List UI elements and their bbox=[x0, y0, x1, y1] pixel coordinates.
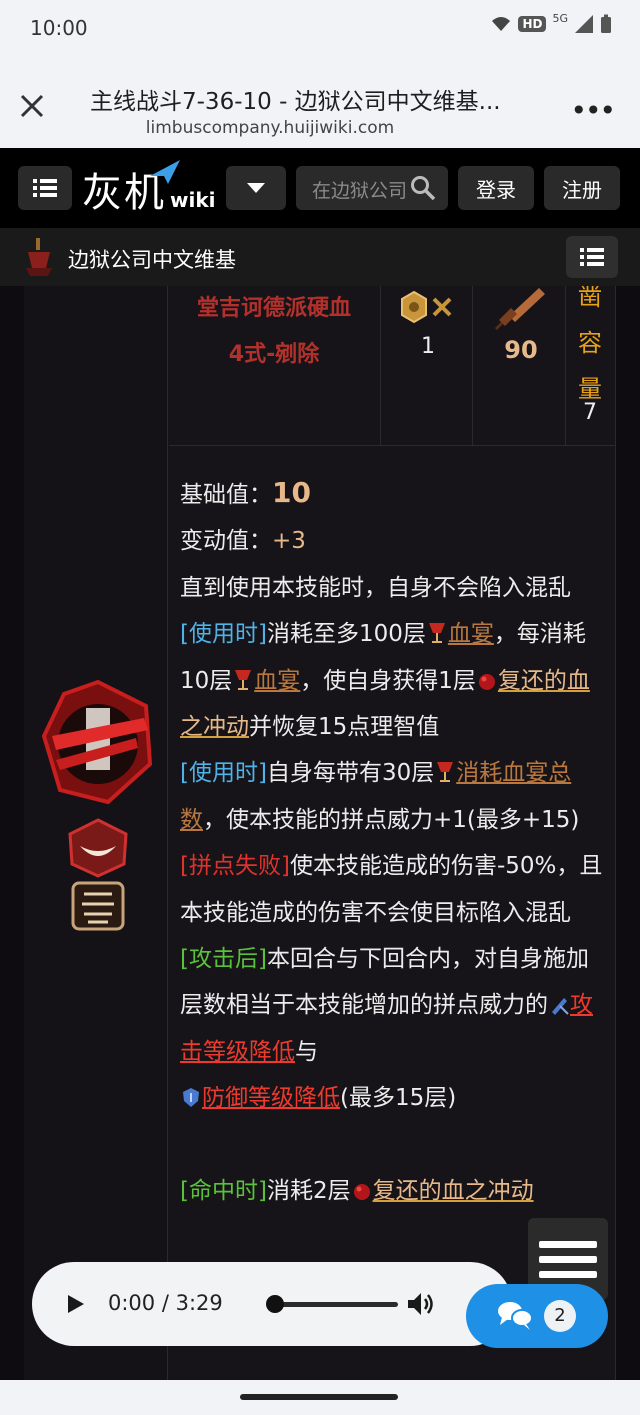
toc-button[interactable] bbox=[566, 236, 618, 278]
logo-wiki-text: wiki bbox=[170, 188, 216, 212]
main-menu-button[interactable] bbox=[18, 166, 72, 210]
register-button[interactable]: 注册 bbox=[544, 166, 620, 210]
network-label: 5G bbox=[552, 11, 568, 25]
dropdown-button[interactable] bbox=[226, 166, 286, 210]
login-button[interactable]: 登录 bbox=[458, 166, 534, 210]
desc-line: 直到使用本技能时，自身不会陷入混乱 bbox=[180, 574, 571, 601]
base-value-line: 基础值：10 bbox=[180, 476, 311, 509]
multiply-icon bbox=[432, 297, 452, 317]
coin-icon bbox=[401, 290, 427, 324]
search-box[interactable]: 在边狱公司中文维基内搜索 bbox=[296, 166, 448, 210]
on-use-tag: [使用时] bbox=[180, 760, 267, 787]
capacity-value: 7 bbox=[583, 400, 597, 425]
system-nav-bar bbox=[0, 1380, 640, 1415]
attack-weight: 90 bbox=[504, 336, 538, 364]
blood-feast-link[interactable]: 血宴 bbox=[448, 621, 494, 647]
damage-type-icon bbox=[68, 818, 128, 878]
chat-button[interactable]: 2 bbox=[466, 1284, 608, 1348]
clash-lose-effect: [拼点失败]使本技能造成的伤害-50%，且本技能造成的伤害不会使目标陷入混乱 bbox=[180, 853, 603, 926]
close-icon[interactable] bbox=[16, 90, 48, 122]
sword-icon bbox=[495, 288, 545, 330]
cell-divider bbox=[380, 286, 381, 446]
cell-divider bbox=[565, 286, 566, 446]
on-hit-tag: [命中时] bbox=[180, 1177, 267, 1204]
on-use-effect: [使用时]消耗至多100层 血宴，每消耗10层 血宴，使自身获得1层 复还的血之冲动并… bbox=[180, 621, 590, 741]
clash-lose-tag: [拼点失败] bbox=[180, 853, 290, 880]
signal-icon bbox=[575, 15, 593, 33]
audio-progress[interactable] bbox=[266, 1295, 398, 1313]
blood-orb-icon bbox=[353, 1183, 370, 1200]
menu-bar bbox=[539, 1255, 597, 1263]
blood-feast-link[interactable]: 血宴 bbox=[254, 668, 300, 694]
coin-count: 1 bbox=[421, 334, 435, 359]
on-use-effect-2: [使用时]自身每带有30层 消耗血宴总数，使本技能的拼点威力+1(最多+15) bbox=[180, 760, 580, 833]
more-options-icon[interactable]: ••• bbox=[570, 94, 616, 127]
battery-icon bbox=[601, 14, 611, 33]
chat-bubbles-icon bbox=[498, 1302, 533, 1330]
search-input[interactable]: 在边狱公司中文维基内搜索 bbox=[312, 176, 406, 203]
goblet-icon bbox=[235, 669, 252, 690]
goblet-icon bbox=[428, 623, 445, 644]
search-icon[interactable] bbox=[410, 175, 436, 201]
skill-emblem-icon bbox=[41, 679, 153, 805]
skill-name-line2: 4式-剜除 bbox=[228, 342, 320, 367]
page-title: 主线战斗7-36-10 - 边狱公司中文维基... bbox=[90, 89, 501, 115]
var-value-line: 变动值：+3 bbox=[180, 528, 306, 555]
skill-name-line1: 堂吉诃德派硬血 bbox=[196, 296, 351, 321]
skill-header-row: 堂吉诃德派硬血 4式-剜除 1 90 凿 容 量 7 bbox=[169, 286, 615, 446]
browser-toolbar: 主线战斗7-36-10 - 边狱公司中文维基... limbuscompany.… bbox=[0, 58, 640, 148]
status-icons: HD 5G bbox=[490, 11, 612, 34]
after-attack-effect: [攻击后]本回合与下回合内，对自身施加层数相当于本技能增加的拼点威力的 攻击等级降… bbox=[180, 946, 593, 1112]
list-menu-icon bbox=[33, 179, 57, 197]
huiji-logo[interactable]: 灰机 wiki bbox=[82, 158, 216, 218]
defense-down-link[interactable]: 防御等级降低 bbox=[202, 1085, 340, 1111]
caret-down-icon bbox=[247, 183, 265, 193]
menu-bar bbox=[539, 1270, 597, 1278]
capacity-label: 凿 容 量 bbox=[578, 286, 602, 403]
audio-time: 0:00 / 3:29 bbox=[108, 1291, 223, 1315]
sin-affinity-icon bbox=[71, 881, 125, 931]
list-menu-icon bbox=[580, 248, 604, 266]
blood-urge-link[interactable]: 复还的血之冲动 bbox=[373, 1178, 534, 1204]
cell-divider bbox=[472, 286, 473, 446]
page-url[interactable]: limbuscompany.huijiwiki.com bbox=[90, 118, 560, 138]
base-value: 10 bbox=[272, 476, 311, 509]
play-icon[interactable] bbox=[62, 1290, 88, 1318]
paper-plane-icon bbox=[150, 160, 180, 184]
on-hit-effect: [命中时]消耗2层 复还的血之冲动 bbox=[180, 1177, 534, 1204]
audio-player: 0:00 / 3:29 bbox=[32, 1262, 512, 1346]
status-time: 10:00 bbox=[30, 16, 88, 40]
defense-down-icon bbox=[183, 1088, 199, 1108]
on-use-tag: [使用时] bbox=[180, 621, 267, 648]
audio-progress-thumb[interactable] bbox=[266, 1295, 284, 1313]
goblet-icon bbox=[437, 762, 454, 783]
skill-name: 堂吉诃德派硬血 4式-剜除 bbox=[169, 286, 379, 378]
attack-down-icon bbox=[552, 998, 569, 1016]
blood-orb-icon bbox=[478, 673, 495, 690]
after-attack-tag: [攻击后] bbox=[180, 946, 267, 973]
skill-description: 基础值：10 变动值：+3 直到使用本技能时，自身不会陷入混乱 [使用时]消耗至… bbox=[180, 470, 604, 1214]
menu-bar bbox=[539, 1240, 597, 1248]
status-bar: 10:00 HD 5G bbox=[0, 0, 640, 58]
site-logo-icon[interactable] bbox=[24, 238, 54, 276]
wiki-header: 灰机 wiki 在边狱公司中文维基内搜索 登录 注册 bbox=[0, 148, 640, 228]
volume-icon[interactable] bbox=[404, 1288, 436, 1320]
home-handle[interactable] bbox=[240, 1394, 398, 1400]
site-header: 边狱公司中文维基 bbox=[0, 228, 640, 286]
hd-badge: HD bbox=[518, 16, 547, 32]
skill-table: 堂吉诃德派硬血 4式-剜除 1 90 凿 容 量 7 基础值：10 变动值：+3… bbox=[0, 286, 640, 1380]
var-value: +3 bbox=[272, 528, 306, 555]
site-name[interactable]: 边狱公司中文维基 bbox=[68, 244, 236, 274]
wifi-icon bbox=[492, 17, 511, 31]
chat-count-badge: 2 bbox=[544, 1300, 576, 1332]
